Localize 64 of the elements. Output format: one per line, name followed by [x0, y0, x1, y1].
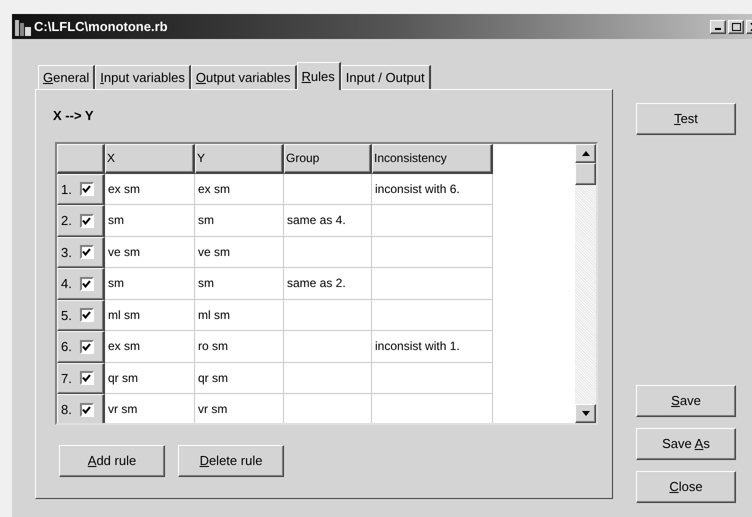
- table-cell: inconsist with 1.: [372, 331, 493, 362]
- tab[interactable]: Input / Output: [340, 65, 431, 89]
- table-cell: qr sm: [195, 362, 284, 394]
- column-header[interactable]: Y: [195, 144, 284, 174]
- column-header[interactable]: X: [105, 144, 195, 174]
- table-cell: inconsist with 6.: [372, 174, 493, 205]
- tab[interactable]: Input variables: [95, 65, 191, 89]
- row-number: 3.: [61, 244, 72, 262]
- table-cell: vr sm: [105, 394, 195, 422]
- panel-button[interactable]: Add rule: [59, 444, 165, 476]
- minimize-icon: [715, 28, 721, 30]
- up-arrow-icon: [582, 150, 590, 156]
- column-header[interactable]: Inconsistency: [372, 144, 493, 174]
- table-cell: sm: [105, 268, 195, 300]
- row-number: 8.: [61, 401, 72, 419]
- maximize-button[interactable]: [728, 20, 744, 34]
- row-number: 4.: [61, 275, 72, 293]
- row-number: 7.: [61, 370, 72, 388]
- table-cell: qr sm: [105, 362, 195, 394]
- table-cell: ve sm: [195, 236, 284, 268]
- tab[interactable]: Output variables: [190, 65, 297, 89]
- row-number: 2.: [61, 212, 72, 230]
- checkbox[interactable]: [80, 276, 94, 291]
- window-title: C:\LFLC\monotone.rb: [34, 18, 168, 36]
- table-cell: sm: [105, 205, 195, 236]
- row-number: 5.: [61, 306, 72, 324]
- table-cell: vr sm: [195, 394, 284, 422]
- table-cell: ro sm: [195, 331, 284, 362]
- buildings-icon: [14, 18, 32, 36]
- panel-title: X --> Y: [53, 107, 95, 125]
- table-cell: sm: [195, 205, 284, 236]
- scrollbar[interactable]: [575, 144, 596, 422]
- row-number: 1.: [61, 180, 72, 198]
- checkbox[interactable]: [80, 245, 94, 260]
- dialog-button[interactable]: Save As: [636, 428, 736, 460]
- tab[interactable]: General: [38, 65, 96, 89]
- scroll-up-button[interactable]: [575, 144, 596, 162]
- checkbox[interactable]: [80, 402, 94, 417]
- table-cell: ex sm: [195, 174, 284, 205]
- table-cell: sm: [195, 268, 284, 300]
- maximize-icon: [732, 22, 740, 30]
- table-cell: ex sm: [105, 331, 195, 362]
- tab[interactable]: Rules: [296, 62, 341, 90]
- table-cell: same as 2.: [284, 268, 372, 300]
- checkbox[interactable]: [80, 214, 94, 228]
- row-number: 6.: [61, 338, 72, 356]
- down-arrow-icon: [582, 410, 590, 416]
- checkbox[interactable]: [80, 371, 94, 386]
- scroll-down-button[interactable]: [575, 404, 596, 422]
- minimize-button[interactable]: [710, 20, 726, 34]
- dialog-button[interactable]: Save: [636, 385, 736, 417]
- column-header[interactable]: Group: [284, 144, 372, 174]
- panel-button[interactable]: Delete rule: [178, 444, 284, 476]
- checkbox[interactable]: [80, 182, 94, 196]
- table-cell: ex sm: [105, 174, 195, 205]
- table-cell: same as 4.: [284, 205, 372, 236]
- checkbox[interactable]: [80, 340, 94, 354]
- table-cell: ml sm: [105, 300, 195, 331]
- table-cell: ml sm: [195, 300, 284, 331]
- dialog-button[interactable]: Test: [636, 103, 736, 135]
- table-cell: ve sm: [105, 236, 195, 268]
- dialog-button[interactable]: Close: [636, 471, 736, 503]
- checkbox[interactable]: [80, 308, 94, 322]
- scroll-thumb[interactable]: [575, 162, 596, 184]
